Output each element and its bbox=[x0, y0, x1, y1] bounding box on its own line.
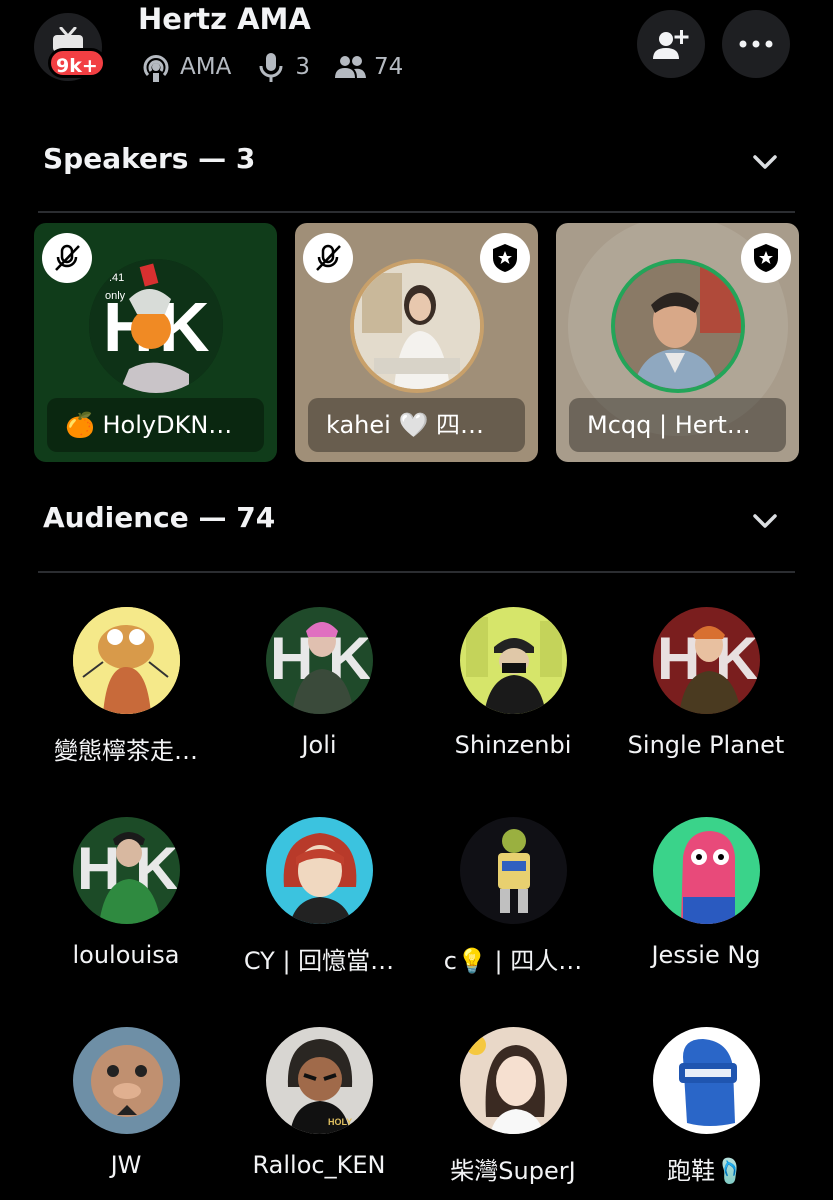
moderator-indicator bbox=[741, 233, 791, 283]
member-avatar: H K bbox=[265, 607, 373, 714]
member-avatar: H K bbox=[652, 607, 760, 714]
moderator-indicator bbox=[480, 233, 530, 283]
listener-count: 74 bbox=[373, 54, 404, 80]
speaker-count: 3 bbox=[295, 54, 310, 80]
stage-header: 9k+ Hertz AMA AMA 3 74 bbox=[0, 0, 833, 110]
member-avatar bbox=[265, 817, 373, 924]
member-name: 變態檸茶走… bbox=[54, 737, 198, 765]
member-name: Ralloc_KEN bbox=[252, 1151, 386, 1179]
audience-member[interactable]: H K Single Planet bbox=[611, 607, 801, 759]
audience-member[interactable]: CY | 回憶當… bbox=[224, 817, 414, 976]
divider bbox=[38, 211, 795, 213]
speakers-heading: Speakers — 3 bbox=[43, 142, 256, 175]
speaker-card[interactable]: kahei 🤍 四… bbox=[295, 223, 538, 462]
muted-indicator bbox=[42, 233, 92, 283]
svg-text:.41: .41 bbox=[109, 272, 124, 284]
svg-text:only: only bbox=[105, 290, 126, 302]
more-options-button[interactable] bbox=[722, 10, 790, 78]
audience-member[interactable]: HOLY Ralloc_KEN bbox=[224, 1027, 414, 1179]
speaker-name: kahei 🤍 四… bbox=[308, 398, 525, 452]
chevron-down-icon[interactable] bbox=[751, 507, 779, 535]
speaker-avatar bbox=[611, 259, 745, 393]
svg-text:HOLY: HOLY bbox=[328, 1117, 352, 1127]
stage-title: Hertz AMA bbox=[138, 2, 311, 36]
member-avatar bbox=[652, 1027, 760, 1134]
stage-type-label: AMA bbox=[180, 54, 232, 80]
member-name: Single Planet bbox=[627, 731, 785, 759]
speaker-name: 🍊 HolyDKN… bbox=[47, 398, 264, 452]
audience-member[interactable]: 柴灣SuperJ bbox=[418, 1027, 608, 1186]
divider bbox=[38, 571, 795, 573]
member-name: 跑鞋🩴 bbox=[667, 1157, 745, 1185]
member-avatar: H K bbox=[72, 817, 180, 924]
member-name: loulouisa bbox=[72, 941, 180, 969]
audience-header[interactable]: Audience — 74 bbox=[43, 501, 795, 541]
mic-off-icon bbox=[316, 244, 341, 271]
audience-member[interactable]: c💡 | 四人… bbox=[418, 817, 608, 976]
speakers-header[interactable]: Speakers — 3 bbox=[43, 142, 795, 182]
member-name: c💡 | 四人… bbox=[443, 947, 583, 975]
member-avatar bbox=[459, 607, 567, 714]
speaker-name: Mcqq | Hert… bbox=[569, 398, 786, 452]
speaker-avatar: H K .41 only bbox=[89, 259, 223, 393]
stage-meta: AMA 3 74 bbox=[138, 50, 425, 84]
member-avatar bbox=[459, 817, 567, 924]
stage-icon bbox=[143, 55, 169, 82]
member-avatar bbox=[72, 607, 180, 714]
audience-member[interactable]: H K loulouisa bbox=[31, 817, 221, 969]
speaker-card[interactable]: H K .41 only 🍊 HolyDKN… bbox=[34, 223, 277, 462]
ellipsis-icon bbox=[739, 40, 773, 48]
speaker-card[interactable]: Mcqq | Hert… bbox=[556, 223, 799, 462]
member-name: JW bbox=[110, 1151, 142, 1179]
microphone-icon bbox=[259, 53, 283, 82]
member-name: Joli bbox=[301, 731, 337, 759]
shield-icon bbox=[754, 244, 778, 272]
member-name: Shinzenbi bbox=[454, 731, 572, 759]
shield-icon bbox=[493, 244, 517, 272]
member-name: CY | 回憶當… bbox=[243, 947, 395, 975]
audience-member[interactable]: Jessie Ng bbox=[611, 817, 801, 969]
audience-member[interactable]: 跑鞋🩴 bbox=[611, 1027, 801, 1186]
chevron-down-icon[interactable] bbox=[751, 148, 779, 176]
muted-indicator bbox=[303, 233, 353, 283]
mic-off-icon bbox=[55, 244, 80, 271]
member-avatar bbox=[72, 1027, 180, 1134]
audience-heading: Audience — 74 bbox=[43, 501, 276, 534]
back-button[interactable]: 9k+ bbox=[34, 13, 106, 81]
member-avatar: HOLY bbox=[265, 1027, 373, 1134]
notification-badge: 9k+ bbox=[48, 48, 106, 78]
speaker-avatar bbox=[350, 259, 484, 393]
member-name: 柴灣SuperJ bbox=[450, 1157, 576, 1185]
member-avatar bbox=[652, 817, 760, 924]
audience-member[interactable]: Shinzenbi bbox=[418, 607, 608, 759]
invite-button[interactable] bbox=[637, 10, 705, 78]
audience-member[interactable]: 變態檸茶走… bbox=[31, 607, 221, 766]
people-icon bbox=[334, 56, 366, 78]
member-avatar bbox=[459, 1027, 567, 1134]
add-person-icon bbox=[653, 30, 689, 59]
audience-member[interactable]: JW bbox=[31, 1027, 221, 1179]
member-name: Jessie Ng bbox=[651, 941, 761, 969]
audience-member[interactable]: H K Joli bbox=[224, 607, 414, 759]
